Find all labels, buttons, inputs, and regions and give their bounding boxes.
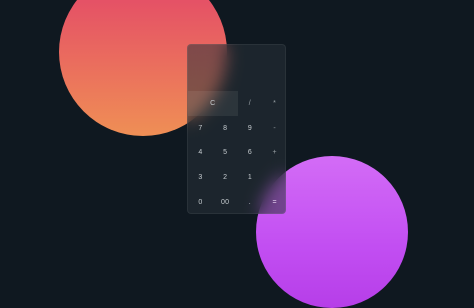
subtract-button[interactable]: - (262, 116, 285, 141)
calculator-panel: C / * 7 8 9-4 5 6 +3 2 1 0 00. = (187, 44, 286, 214)
add-button[interactable]: + (262, 141, 285, 166)
empty-key (262, 165, 285, 190)
clear-button[interactable]: C (188, 91, 238, 116)
digit-9-button[interactable]: 9 (238, 116, 263, 141)
equals-button[interactable]: = (262, 190, 285, 213)
digit-3-button[interactable]: 3 (188, 165, 213, 190)
digit-0-button[interactable]: 0 (188, 190, 213, 213)
divide-button[interactable]: / (238, 91, 263, 116)
digit-4-button[interactable]: 4 (188, 141, 213, 166)
calculator-keypad: C / * 7 8 9-4 5 6 +3 2 1 0 00. = (188, 91, 285, 213)
decimal-button[interactable]: . (238, 190, 263, 213)
digit-2-button[interactable]: 2 (213, 165, 238, 190)
digit-6-button[interactable]: 6 (238, 141, 263, 166)
digit-5-button[interactable]: 5 (213, 141, 238, 166)
digit-1-button[interactable]: 1 (238, 165, 263, 190)
digit-7-button[interactable]: 7 (188, 116, 213, 141)
multiply-button[interactable]: * (262, 91, 285, 116)
digit-8-button[interactable]: 8 (213, 116, 238, 141)
double-zero-button[interactable]: 00 (213, 190, 238, 213)
calculator-display (188, 45, 285, 91)
